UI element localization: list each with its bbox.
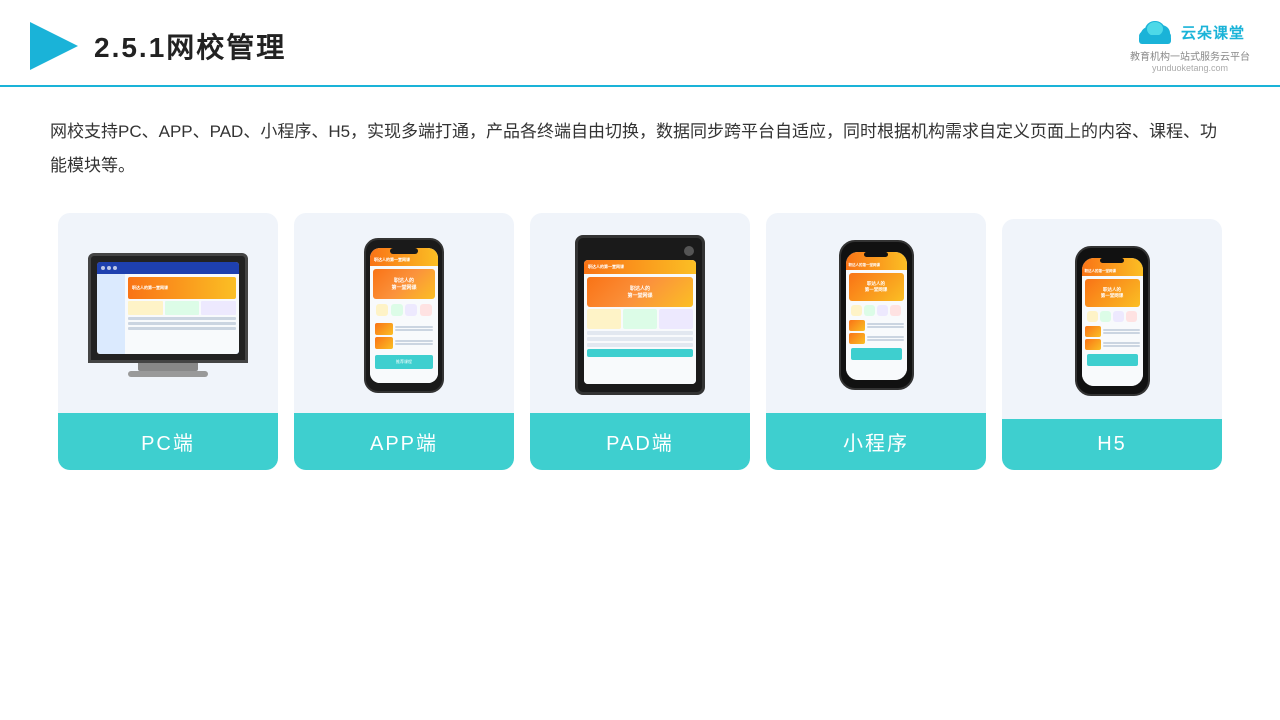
pc-image-area: 职达人的第一堂网课 <box>58 213 278 413</box>
app-image-area: 职达人的第一堂网课 职达人的第一堂网课 <box>294 213 514 413</box>
miniapp-image-area: 职达人的第一堂网课 职达人的第一堂网课 <box>766 213 986 413</box>
logo-area: 云朵课堂 教育机构一站式服务云平台 yunduoketang.com <box>1130 18 1250 73</box>
pc-label: PC端 <box>58 413 278 470</box>
play-icon <box>30 22 78 70</box>
h5-phone-mockup: 职达人的第一堂网课 职达人的第一堂网课 <box>1075 246 1150 396</box>
page-header: 2.5.1网校管理 云朵课堂 教育机构一站式服务云平台 yunduoketang… <box>0 0 1280 87</box>
h5-label: H5 <box>1002 419 1222 470</box>
h5-phone-screen: 职达人的第一堂网课 职达人的第一堂网课 <box>1082 258 1143 386</box>
pc-screen-inner: 职达人的第一堂网课 <box>97 262 239 354</box>
page-title: 2.5.1网校管理 <box>94 26 286 66</box>
miniapp-phone-mockup: 职达人的第一堂网课 职达人的第一堂网课 <box>839 240 914 390</box>
device-card-app: 职达人的第一堂网课 职达人的第一堂网课 <box>294 213 514 470</box>
h5-phone-notch <box>1100 258 1124 263</box>
pad-label: PAD端 <box>530 413 750 470</box>
tablet-mockup: 职达人的第一堂网课 职达人的第一堂网课 <box>575 235 705 395</box>
logo-text: 云朵课堂 <box>1181 22 1245 43</box>
device-card-pad: 职达人的第一堂网课 职达人的第一堂网课 <box>530 213 750 470</box>
h5-image-area: 职达人的第一堂网课 职达人的第一堂网课 <box>1002 219 1222 419</box>
pc-screen-outer: 职达人的第一堂网课 <box>88 253 248 363</box>
mini-phone-screen: 职达人的第一堂网课 职达人的第一堂网课 <box>846 252 907 380</box>
phone-screen: 职达人的第一堂网课 职达人的第一堂网课 <box>370 248 438 383</box>
cloud-logo-icon <box>1135 18 1175 46</box>
tablet-home-button <box>684 246 694 256</box>
miniapp-label: 小程序 <box>766 413 986 470</box>
device-card-h5: 职达人的第一堂网课 职达人的第一堂网课 <box>1002 219 1222 470</box>
pc-mockup: 职达人的第一堂网课 <box>88 253 248 377</box>
pad-image-area: 职达人的第一堂网课 职达人的第一堂网课 <box>530 213 750 413</box>
description-text: 网校支持PC、APP、PAD、小程序、H5，实现多端打通，产品各终端自由切换，数… <box>50 115 1230 183</box>
device-card-pc: 职达人的第一堂网课 <box>58 213 278 470</box>
logo-url: yunduoketang.com <box>1152 63 1228 73</box>
pc-stand <box>138 363 198 371</box>
device-cards-container: 职达人的第一堂网课 <box>50 213 1230 470</box>
header-left: 2.5.1网校管理 <box>30 22 286 70</box>
main-content: 网校支持PC、APP、PAD、小程序、H5，实现多端打通，产品各终端自由切换，数… <box>0 87 1280 490</box>
phone-notch <box>390 248 418 254</box>
device-card-miniapp: 职达人的第一堂网课 职达人的第一堂网课 <box>766 213 986 470</box>
mini-phone-notch <box>864 252 888 257</box>
logo-icon: 云朵课堂 <box>1135 18 1245 46</box>
app-phone-mockup: 职达人的第一堂网课 职达人的第一堂网课 <box>364 238 444 393</box>
app-label: APP端 <box>294 413 514 470</box>
pc-base <box>128 371 208 377</box>
logo-tagline: 教育机构一站式服务云平台 <box>1130 48 1250 63</box>
tablet-screen: 职达人的第一堂网课 职达人的第一堂网课 <box>584 260 696 384</box>
